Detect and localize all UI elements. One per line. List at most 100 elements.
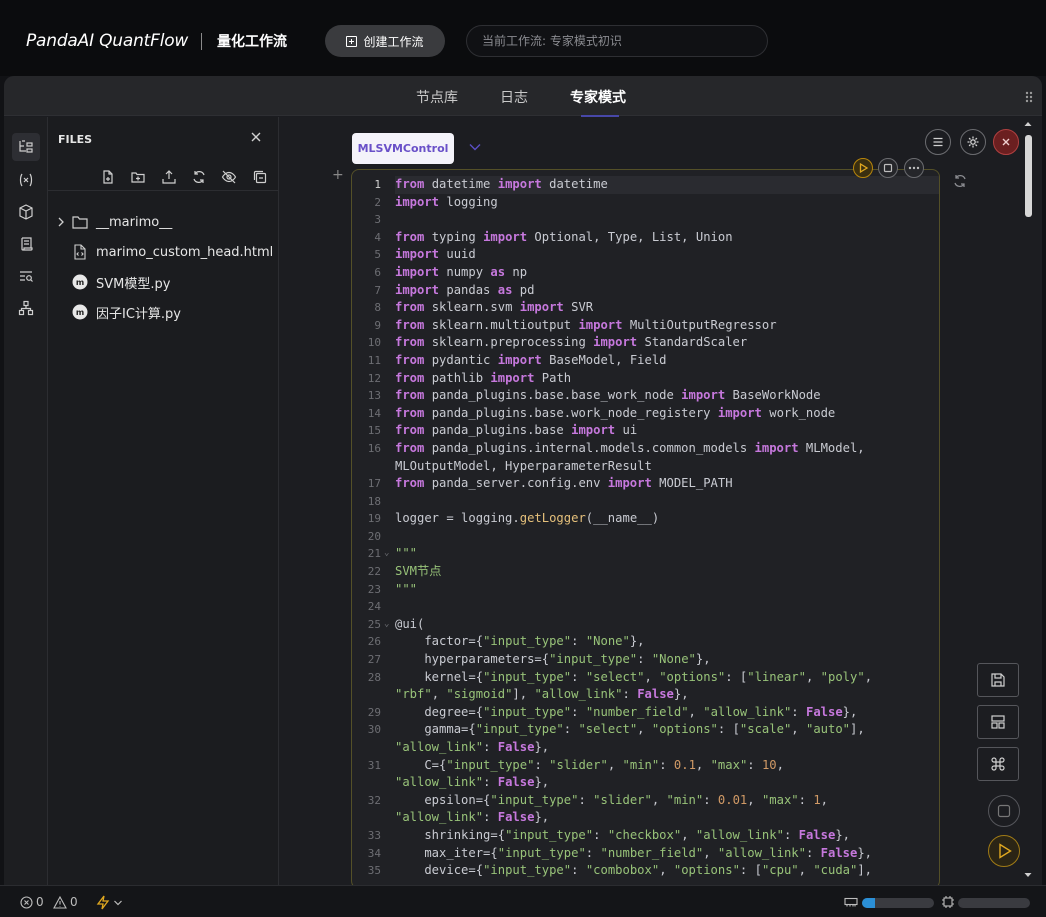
file-item-folder[interactable]: __marimo__ (56, 211, 172, 233)
fold-chevron-icon[interactable]: ⌄ (384, 545, 395, 563)
code-line[interactable]: "allow_link": False}, (352, 809, 939, 827)
code-line[interactable]: "allow_link": False}, (352, 739, 939, 757)
code-line[interactable]: 23 """ (352, 581, 939, 599)
code-line[interactable]: 25 ⌄ @ui( (352, 616, 939, 634)
code-line[interactable]: 26 factor={"input_type": "None"}, (352, 633, 939, 651)
code-line[interactable]: 18 (352, 493, 939, 511)
current-workflow-field[interactable]: 当前工作流: 专家模式初识 (466, 25, 768, 57)
code-line[interactable]: 2 import logging (352, 194, 939, 212)
code-line[interactable]: 5 import uuid (352, 246, 939, 264)
save-button[interactable] (977, 663, 1019, 697)
code-line[interactable]: 13 from panda_plugins.base.base_work_node… (352, 387, 939, 405)
tab-logs[interactable]: 日志 (500, 87, 528, 107)
line-source: from panda_plugins.base.base_work_node i… (395, 388, 821, 403)
scrollbar-thumb[interactable] (1025, 135, 1032, 217)
code-line[interactable]: 3 (352, 211, 939, 229)
code-line[interactable]: 21 ⌄ """ (352, 545, 939, 563)
code-line[interactable]: 15 from panda_plugins.base import ui (352, 422, 939, 440)
gutter-spacer (384, 475, 395, 493)
code-line[interactable]: 31 C={"input_type": "slider", "min": 0.1… (352, 757, 939, 775)
code-line[interactable]: 7 import pandas as pd (352, 282, 939, 300)
main-panel: 节点库 日志 专家模式 FILES __marimo__ marimo_cust… (4, 76, 1042, 885)
tab-node-library[interactable]: 节点库 (416, 87, 458, 107)
code-line[interactable]: 11 from pydantic import BaseModel, Field (352, 352, 939, 370)
search-list-icon[interactable] (12, 262, 40, 290)
stop-cell-button[interactable] (878, 158, 898, 178)
tab-expert-mode[interactable]: 专家模式 (570, 87, 626, 107)
code-line[interactable]: 32 epsilon={"input_type": "slider", "min… (352, 792, 939, 810)
code-line[interactable]: 6 import numpy as np (352, 264, 939, 282)
stop-all-button[interactable] (988, 795, 1020, 827)
code-line[interactable]: 30 gamma={"input_type": "select", "optio… (352, 721, 939, 739)
code-line[interactable]: 35 device={"input_type": "combobox", "op… (352, 862, 939, 880)
code-line[interactable]: 34 max_iter={"input_type": "number_field… (352, 845, 939, 863)
files-tree-icon[interactable] (12, 133, 40, 161)
code-line[interactable]: 20 (352, 528, 939, 546)
vertical-scrollbar[interactable] (1022, 118, 1034, 885)
code-line[interactable]: 22 SVM节点 (352, 563, 939, 581)
code-line[interactable]: 8 from sklearn.svm import SVR (352, 299, 939, 317)
line-source: "allow_link": False}, (395, 775, 550, 790)
gear-icon[interactable] (960, 129, 986, 155)
eye-off-icon[interactable] (221, 169, 237, 185)
kernel-status[interactable] (96, 895, 123, 910)
chevron-down-icon[interactable] (469, 143, 481, 151)
code-line[interactable]: 1 from datetime import datetime (352, 176, 939, 194)
create-workflow-button[interactable]: 创建工作流 (325, 25, 445, 57)
new-file-icon[interactable] (100, 169, 116, 185)
line-source: hyperparameters={"input_type": "None"}, (395, 652, 711, 667)
code-line[interactable]: "allow_link": False}, (352, 774, 939, 792)
file-item-factor-ic[interactable]: m 因子IC计算.py (72, 301, 181, 323)
code-line[interactable]: MLOutputModel, HyperparameterResult (352, 458, 939, 476)
drag-handle-icon[interactable] (1025, 91, 1033, 103)
command-palette-button[interactable] (977, 747, 1019, 781)
gutter-spacer (384, 581, 395, 599)
run-cell-button[interactable] (853, 158, 873, 178)
line-number: 11 (367, 353, 381, 367)
refresh-icon[interactable] (952, 173, 968, 189)
line-number (352, 458, 384, 476)
more-options-icon[interactable] (904, 158, 924, 178)
hierarchy-icon[interactable] (12, 294, 40, 322)
new-folder-icon[interactable] (130, 169, 146, 185)
code-line[interactable]: "rbf", "sigmoid"], "allow_link": False}, (352, 686, 939, 704)
add-cell-icon[interactable]: + (332, 167, 344, 183)
warnings-status[interactable]: 0 (53, 895, 78, 909)
menu-icon[interactable] (925, 129, 951, 155)
gutter-spacer (384, 792, 395, 810)
fold-chevron-icon[interactable]: ⌄ (384, 616, 395, 634)
code-line[interactable]: 24 (352, 598, 939, 616)
code-line[interactable]: 16 from panda_plugins.internal.models.com… (352, 440, 939, 458)
errors-status[interactable]: 0 (20, 895, 44, 909)
code-line[interactable]: 4 from typing import Optional, Type, List… (352, 229, 939, 247)
collapse-all-icon[interactable] (252, 169, 268, 185)
close-icon[interactable] (248, 129, 264, 145)
layout-button[interactable] (977, 705, 1019, 739)
code-line[interactable]: 12 from pathlib import Path (352, 370, 939, 388)
code-line[interactable]: 10 from sklearn.preprocessing import Stan… (352, 334, 939, 352)
code-editor[interactable]: 1 from datetime import datetime 2 import lo… (352, 176, 939, 880)
close-icon[interactable] (993, 129, 1019, 155)
code-cell[interactable]: 1 from datetime import datetime 2 import lo… (351, 169, 940, 885)
line-number: 27 (367, 653, 381, 667)
code-line[interactable]: 28 kernel={"input_type": "select", "opti… (352, 669, 939, 687)
line-source: import pandas as pd (395, 282, 535, 297)
file-item-html[interactable]: marimo_custom_head.html (72, 241, 273, 263)
scroll-icon[interactable] (12, 230, 40, 258)
code-line[interactable]: 29 degree={"input_type": "number_field",… (352, 704, 939, 722)
code-line[interactable]: 14 from panda_plugins.base.work_node_regi… (352, 405, 939, 423)
run-all-button[interactable] (988, 835, 1020, 867)
code-line[interactable]: 27 hyperparameters={"input_type": "None"… (352, 651, 939, 669)
variables-icon[interactable] (12, 166, 40, 194)
upload-icon[interactable] (161, 169, 177, 185)
code-line[interactable]: 19 logger = logging.getLogger(__name__) (352, 510, 939, 528)
cell-name-tab[interactable]: MLSVMControl (352, 133, 454, 164)
code-line[interactable]: 9 from sklearn.multioutput import MultiOu… (352, 317, 939, 335)
code-line[interactable]: 33 shrinking={"input_type": "checkbox", … (352, 827, 939, 845)
code-line[interactable]: 17 from panda_server.config.env import MO… (352, 475, 939, 493)
refresh-icon[interactable] (191, 169, 207, 185)
warning-icon (53, 895, 67, 909)
package-icon[interactable] (12, 198, 40, 226)
line-number: 12 (367, 371, 381, 385)
file-item-svm[interactable]: m SVM模型.py (72, 271, 170, 293)
